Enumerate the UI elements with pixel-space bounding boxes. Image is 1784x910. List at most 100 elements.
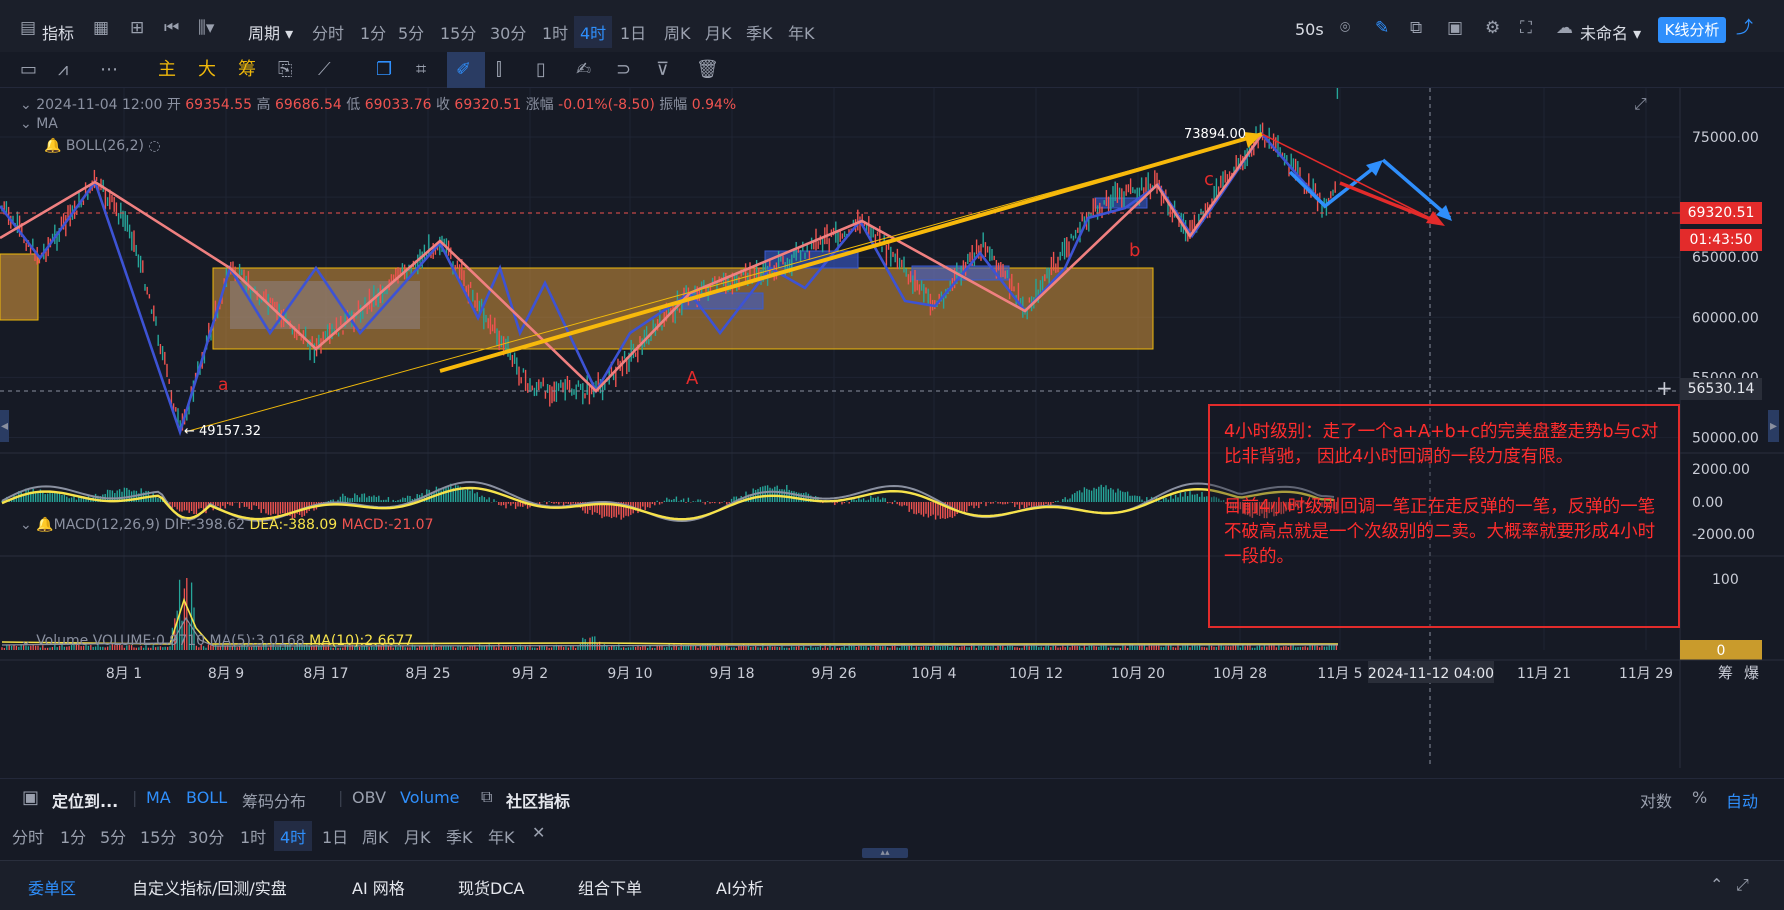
chips-button[interactable]: 筹 [238,58,256,82]
clipboard-icon[interactable]: ▯ [536,58,546,82]
current-price-tag: 69320.51 [1680,202,1762,224]
refresh-interval[interactable]: 50s [1295,20,1324,39]
bottom-timeframe-6[interactable]: 4时 [274,821,313,851]
bottom-timeframe-11[interactable]: 年K [488,824,515,848]
time-axis-label: 9月 2 [512,666,548,682]
bottom-timeframe-1[interactable]: 1分 [60,824,86,848]
bottom-timeframe-0[interactable]: 分时 [12,824,44,848]
edit-tool-icon[interactable]: ⎘ [278,58,292,82]
community-indicators-button[interactable]: 社区指标 [506,788,570,812]
close-timeframe-icon[interactable]: ✕ [532,823,545,842]
trash-icon[interactable]: 🗑 [696,58,719,82]
maximize-panel-icon[interactable]: ⤢ [1736,875,1749,895]
analysis-annotation-box[interactable]: 4小时级别：走了一个a+A+b+c的完美盘整走势b与c对比非背驰， 因此4小时回… [1208,404,1680,628]
bottom-timeframe-3[interactable]: 15分 [140,824,176,848]
timeframe-2[interactable]: 5分 [398,20,424,44]
fullscreen-icon[interactable]: ⛶ [1520,18,1532,38]
brush-tool-icon[interactable]: ✐ [456,58,471,82]
bottom-tab-3[interactable]: 现货DCA [458,875,524,899]
bottom-timeframe-10[interactable]: 季K [446,824,473,848]
timeframe-1[interactable]: 1分 [360,20,386,44]
bars-tool-icon[interactable]: ⫿ [496,58,502,82]
expand-chart-icon[interactable]: ⤢ [1634,94,1647,114]
timeframe-3[interactable]: 15分 [440,20,476,44]
filter-icon[interactable]: ⊽ [656,58,669,82]
timeframe-6[interactable]: 4时 [574,16,613,48]
annotation-paragraph-2: 目前4小时级别回调一笔正在走反弹的一笔，反弹的一笔不破高点就是一个次级别的二卖。… [1224,497,1656,567]
share-icon[interactable]: ⤴ [1736,18,1753,38]
log-scale-toggle[interactable]: 对数 [1640,788,1672,812]
indicator-icon[interactable]: ▤ [20,18,36,38]
panel-collapse-handle[interactable]: ▴▴ [862,848,908,858]
bottom-timeframe-2[interactable]: 5分 [100,824,126,848]
bottom-timeframe-9[interactable]: 月K [404,824,431,848]
percent-scale-toggle[interactable]: % [1692,788,1707,807]
replay-icon[interactable]: ⏮ [164,18,179,38]
timeframe-10[interactable]: 季K [746,20,773,44]
screenshot-icon[interactable]: ▣ [1447,18,1463,38]
candle-type-icon[interactable]: ⫼▾ [198,18,214,38]
boll-toggle[interactable]: BOLL [186,788,227,807]
bottom-tab-5[interactable]: AI分析 [716,875,764,899]
volume-axis-label: 0 [1717,643,1726,659]
left-panel-toggle-icon[interactable]: ◂ [0,410,10,442]
line-tool-icon[interactable]: ⟋ [318,58,331,82]
timeframe-8[interactable]: 周K [664,20,691,44]
macd-legend: ⌄ 🔔MACD(12,26,9) DIF:-398.62 DEA:-388.09… [20,517,434,533]
bottom-timeframe-5[interactable]: 1时 [240,824,266,848]
layout-name-dropdown[interactable]: 未命名 ▾ [1580,20,1641,44]
calendar-icon[interactable]: ▦ [93,18,109,38]
bottom-timeframe-4[interactable]: 30分 [188,824,224,848]
timeframe-4[interactable]: 30分 [490,20,526,44]
main-chart-button[interactable]: 主 [158,58,176,82]
share-window-icon[interactable]: ⧉ [1410,18,1422,38]
collapse-panel-icon[interactable]: ⌃ [1710,875,1723,894]
period-dropdown[interactable]: 周期 ▾ [248,20,293,44]
crosshair-plus-icon[interactable]: + [1656,376,1673,400]
projection-arrow-red [1339,181,1441,225]
notes-icon[interactable]: ✍ [576,58,591,82]
copy-tool-icon[interactable]: ❐ [376,58,392,82]
volume-toggle[interactable]: Volume [400,788,460,807]
indicators-button[interactable]: 指标 [42,20,74,44]
settings-icon[interactable]: ⚙ [1485,18,1500,38]
bottom-tab-4[interactable]: 组合下单 [578,875,642,899]
big-order-button[interactable]: 大 [198,58,216,82]
timeframe-11[interactable]: 年K [788,20,815,44]
bottom-tab-2[interactable]: AI 网格 [352,875,405,899]
time-axis-label: 8月 1 [106,666,142,682]
ma-toggle[interactable]: MA [146,788,171,807]
time-axis-label: 11月 21 [1517,666,1571,682]
obv-toggle[interactable]: OBV [352,788,386,807]
bottom-timeframe-8[interactable]: 周K [362,824,389,848]
indicator-tool-icon[interactable]: ⩘ [58,58,68,82]
time-axis-label: 10月 12 [1009,666,1063,682]
grid-icon[interactable]: ⊞ [130,18,144,38]
camera-icon[interactable]: ⌾ [1340,18,1350,38]
ruler-icon[interactable]: ⌗ [416,58,426,82]
locate-button[interactable]: 定位到... [52,788,118,812]
timeframe-7[interactable]: 1日 [620,20,646,44]
bottom-tab-1[interactable]: 自定义指标/回测/实盘 [132,875,287,899]
more-icon[interactable]: ⋯ [100,58,118,82]
macd-axis-label: 0.00 [1692,495,1723,511]
magnet-icon[interactable]: ⊃ [616,58,631,82]
kline-analysis-button[interactable]: K线分析 [1658,17,1726,43]
chips-toggle[interactable]: 筹码分布 [242,788,306,812]
chart-area[interactable]: 73894.00 ← 49157.32 a Ab c 75000.00 65000.00 60… [0,88,1784,768]
bottom-timeframe-7[interactable]: 1日 [322,824,348,848]
timeframe-0[interactable]: 分时 [312,20,344,44]
timeframe-5[interactable]: 1时 [542,20,568,44]
legend-collapse-icon[interactable]: ⌄ [20,97,32,113]
calendar-locate-icon[interactable]: ▣ [22,787,39,808]
rectangle-tool-icon[interactable]: ▭ [20,58,37,82]
macd-axis-label: -2000.00 [1692,527,1755,543]
right-panel-toggle-icon[interactable]: ▸ [1768,410,1780,442]
wave-label-A: A [686,368,699,389]
cloud-icon[interactable]: ☁ [1556,18,1573,38]
bottom-tab-0[interactable]: 委单区 [28,875,76,899]
community-icon[interactable]: ⧉ [481,787,492,807]
pen-icon[interactable]: ✎ [1375,18,1389,38]
auto-scale-toggle[interactable]: 自动 [1726,788,1758,812]
timeframe-9[interactable]: 月K [705,20,732,44]
